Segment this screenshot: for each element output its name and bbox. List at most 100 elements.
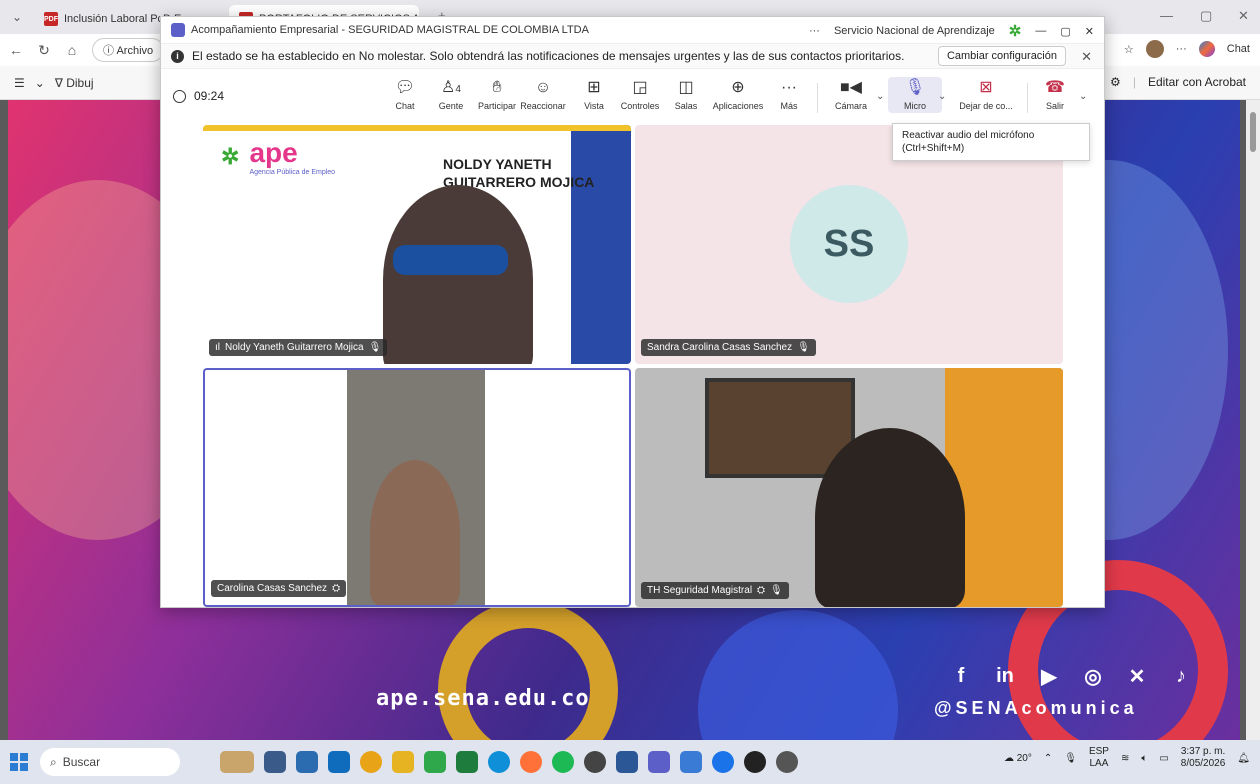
minimize-icon[interactable]: — <box>1035 25 1046 37</box>
profile-avatar[interactable] <box>1145 40 1164 58</box>
tray-apps-icon[interactable]: ⌃ <box>1044 753 1052 764</box>
camera-button[interactable]: ■◀︎ Cámara <box>824 77 878 111</box>
mic-button[interactable]: 🎙︎ Micro <box>888 77 942 113</box>
taskbar-search[interactable]: ⌕ Buscar <box>40 748 180 776</box>
app-icon[interactable] <box>744 751 766 773</box>
tab-list-icon[interactable]: ⌄ <box>0 10 34 24</box>
app-icon[interactable] <box>584 751 606 773</box>
change-settings-button[interactable]: Cambiar configuración <box>937 46 1066 66</box>
divider: | <box>1132 75 1136 89</box>
mic-muted-icon[interactable]: 🎙︎ <box>1064 753 1077 764</box>
copilot-icon[interactable] <box>1198 41 1215 57</box>
maximize-icon[interactable]: ▢ <box>1200 8 1212 24</box>
teams-icon[interactable] <box>648 751 670 773</box>
more-icon[interactable]: ··· <box>1176 43 1187 55</box>
leave-options-chevron-icon[interactable]: ⌄ <box>1079 91 1087 102</box>
widget-icon[interactable] <box>220 751 254 773</box>
chrome-icon[interactable] <box>360 751 382 773</box>
explorer-icon[interactable] <box>392 751 414 773</box>
camera-options-chevron-icon[interactable]: ⌄ <box>876 91 884 102</box>
maximize-icon[interactable]: ▢ <box>1060 25 1070 38</box>
battery-icon[interactable]: ▭ <box>1159 753 1168 764</box>
close-icon[interactable]: ✕ <box>1085 25 1094 38</box>
shield-icon <box>173 89 186 103</box>
settings-icon[interactable]: ⚙ <box>1110 75 1121 89</box>
leave-button[interactable]: ☎︎ Salir <box>1028 77 1082 111</box>
close-icon[interactable]: ✕ <box>1238 8 1249 24</box>
task-view-icon[interactable] <box>264 751 286 773</box>
participant-name-tag: ıl Noldy Yaneth Guitarrero Mojica 🎙︎ <box>209 339 388 356</box>
wifi-icon[interactable]: ≋ <box>1121 753 1129 764</box>
home-icon[interactable]: ⌂ <box>60 42 84 58</box>
chat-icon: 💬︎ <box>394 79 416 96</box>
refresh-icon[interactable]: ↻ <box>32 42 56 59</box>
firefox-icon[interactable] <box>520 751 542 773</box>
share-label: Dejar de co... <box>959 101 1013 111</box>
react-button[interactable]: ☺ Reaccionar <box>516 77 570 111</box>
view-label: Vista <box>584 101 604 111</box>
language-indicator[interactable]: ESP LAA <box>1089 746 1109 770</box>
toolbar-divider <box>817 83 818 113</box>
video-grid: ✲ ape Agencia Pública de Empleo NOLDY YA… <box>203 125 1063 607</box>
pdf-scrollbar[interactable] <box>1246 100 1260 740</box>
edge-icon[interactable] <box>488 751 510 773</box>
apps-icon: ⊕ <box>731 79 745 96</box>
highlight-icon[interactable]: ⌄ <box>35 76 45 90</box>
youtube-icon: ▶ <box>1041 665 1057 688</box>
scroll-thumb[interactable] <box>1250 112 1256 152</box>
participant-name-tag: TH Seguridad Magistral ⛭ 🎙︎ <box>641 582 789 599</box>
excel-icon[interactable] <box>456 751 478 773</box>
outlook-icon[interactable] <box>328 751 350 773</box>
more-icon[interactable]: ··· <box>809 25 820 37</box>
word-icon[interactable] <box>616 751 638 773</box>
weather-icon[interactable]: ☁ 20° <box>1004 753 1032 764</box>
start-button[interactable] <box>10 753 28 771</box>
store-icon[interactable] <box>296 751 318 773</box>
video-tile[interactable]: ✲ ape Agencia Pública de Empleo NOLDY YA… <box>203 125 631 364</box>
chat-label[interactable]: Chat <box>1227 43 1250 55</box>
favorites-icon[interactable]: ☆ <box>1124 43 1134 56</box>
spotify-icon[interactable] <box>552 751 574 773</box>
info-icon: i <box>171 49 184 63</box>
layout-code: LAA <box>1089 758 1109 769</box>
mic-muted-icon: 🎙︎ <box>904 79 926 96</box>
video-tile[interactable]: TH Seguridad Magistral ⛭ 🎙︎ <box>635 368 1063 607</box>
notifications-icon[interactable]: 🔔︎ <box>1237 753 1250 764</box>
controls-icon: ◲ <box>632 79 648 96</box>
close-notice-icon[interactable]: ✕ <box>1081 49 1092 65</box>
clock-date: 8/05/2026 <box>1180 758 1226 769</box>
sharing-icon: ⛭ <box>757 585 766 596</box>
mic-options-chevron-icon[interactable]: ⌄ <box>938 91 946 102</box>
draw-icon[interactable]: ∇ Dibuj <box>55 76 94 90</box>
hangup-icon: ☎︎ <box>1045 79 1065 96</box>
dnd-notice-bar: i El estado se ha establecido en No mole… <box>161 43 1104 69</box>
clock[interactable]: 3:37 p. m. 8/05/2026 <box>1181 746 1226 770</box>
stop-sharing-button[interactable]: ⊠ Dejar de co... <box>954 77 1018 111</box>
site-info-pill[interactable]: ⓘ Archivo <box>92 38 165 62</box>
draw-label: Dibuj <box>66 75 94 90</box>
controls-label: Controles <box>620 101 660 111</box>
language-code: ESP <box>1088 746 1109 757</box>
contents-icon[interactable]: ☰ <box>14 76 25 90</box>
volume-icon[interactable]: 🔈︎ <box>1141 753 1147 764</box>
signal-icon: ıl <box>215 342 220 353</box>
instagram-icon: ◎ <box>1084 665 1102 688</box>
whatsapp-icon[interactable] <box>424 751 446 773</box>
notes-icon[interactable] <box>680 751 702 773</box>
edit-acrobat-button[interactable]: Editar con Acrobat <box>1148 75 1246 89</box>
sena-logo-icon: ✲ <box>1008 23 1022 40</box>
apps-button[interactable]: ⊕ Aplicaciones <box>711 77 765 111</box>
rooms-button[interactable]: ◫ Salas <box>659 77 713 111</box>
grid-icon: ⊞ <box>587 79 601 96</box>
more-button[interactable]: ··· Más <box>762 77 816 111</box>
apps-label: Aplicaciones <box>712 101 764 111</box>
banner-stripe <box>203 125 631 131</box>
x-icon: ✕ <box>1128 665 1146 688</box>
sharing-icon: ⛭ <box>332 583 341 594</box>
minimize-icon[interactable]: — <box>1160 8 1173 23</box>
chatgpt-icon[interactable] <box>776 751 798 773</box>
browser-icon[interactable] <box>712 751 734 773</box>
video-tile-active[interactable]: Carolina Casas Sanchez ⛭ <box>203 368 631 607</box>
back-icon[interactable]: ← <box>4 42 28 58</box>
tiktok-icon: ♪ <box>1176 664 1186 687</box>
